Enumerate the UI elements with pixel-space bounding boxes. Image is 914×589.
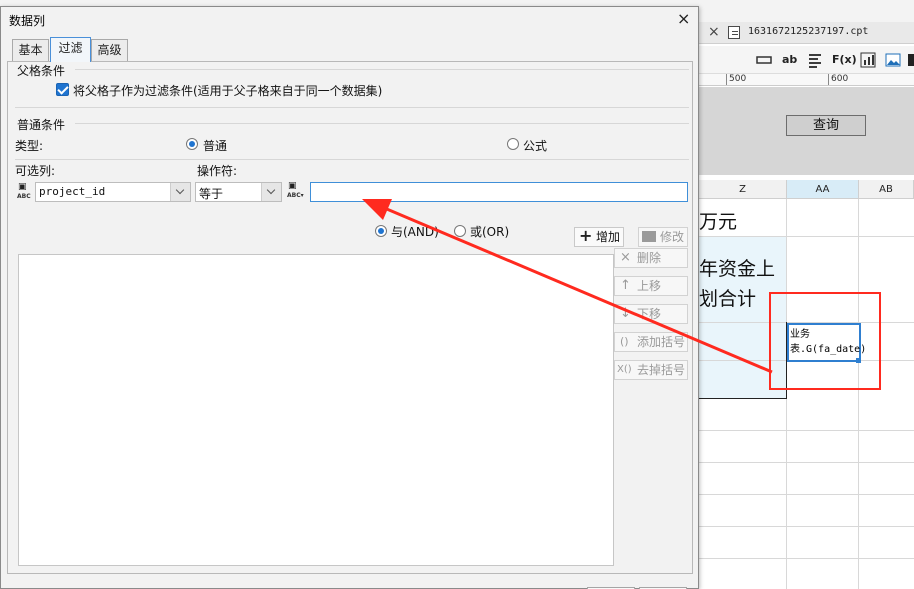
move-up-button-label: 上移 <box>637 279 662 293</box>
ruler-tick <box>726 74 727 85</box>
logic-and-radio[interactable] <box>375 225 387 237</box>
close-tab-icon[interactable]: × <box>708 24 720 40</box>
section-divider <box>75 69 689 70</box>
logic-or-label[interactable]: 或(OR) <box>470 223 509 240</box>
cell-border <box>699 398 787 399</box>
delete-button-label: 删除 <box>637 251 662 265</box>
remove-parenthesis-button[interactable]: X() 去掉括号 <box>614 360 688 380</box>
column-label: 可选列: <box>15 164 56 178</box>
annotation-box <box>769 292 881 390</box>
chevron-down-icon[interactable] <box>170 183 190 201</box>
section-divider <box>15 107 689 108</box>
parenthesis-icon: () <box>620 335 629 348</box>
cell-unit-text[interactable]: 万元 <box>699 207 737 234</box>
condition-list[interactable] <box>18 254 614 566</box>
column-select-value: project_id <box>39 185 106 198</box>
cell-merged-text-line2[interactable]: 划合计 <box>699 284 756 311</box>
operator-label: 操作符: <box>197 164 238 178</box>
column-header-aa[interactable]: AA <box>787 180 859 199</box>
condition-value-input[interactable] <box>310 182 688 202</box>
tab-advanced[interactable]: 高级 <box>91 39 128 61</box>
add-parenthesis-button-label: 添加括号 <box>637 335 686 349</box>
toolbar-overflow[interactable] <box>908 52 914 68</box>
gridline <box>699 494 914 495</box>
delete-icon: × <box>620 250 631 265</box>
data-column-dialog: 数据列 × 基本 过滤 高级 父格条件 将父格子作为过滤条件(适用于父子格来自于… <box>0 6 699 589</box>
add-parenthesis-button[interactable]: () 添加括号 <box>614 332 688 352</box>
image-icon[interactable] <box>885 52 901 68</box>
modify-button-label: 修改 <box>660 230 685 244</box>
ruler-mark-600: 600 <box>831 74 849 84</box>
gridline <box>858 199 859 589</box>
type-formula-label[interactable]: 公式 <box>523 137 547 154</box>
column-header-ab[interactable]: AB <box>859 180 914 199</box>
move-down-button-label: 下移 <box>637 307 662 321</box>
gridline <box>699 430 914 431</box>
delete-button[interactable]: × 删除 <box>614 248 688 268</box>
align-icon[interactable] <box>807 52 823 68</box>
tab-basic[interactable]: 基本 <box>12 39 49 61</box>
move-up-button[interactable]: ↑ 上移 <box>614 276 688 296</box>
gridline <box>699 236 914 237</box>
column-select[interactable]: project_id <box>35 182 191 202</box>
close-icon[interactable]: × <box>677 9 690 28</box>
plus-icon: + <box>579 226 593 245</box>
gridline <box>699 462 914 463</box>
logic-or-radio[interactable] <box>454 225 466 237</box>
tab-filter[interactable]: 过滤 <box>50 37 91 62</box>
type-formula-radio[interactable] <box>507 138 519 150</box>
modify-button[interactable]: 修改 <box>638 227 688 247</box>
arrow-down-icon: ↓ <box>620 306 631 321</box>
dialog-title: 数据列 <box>9 14 46 28</box>
cell-icon[interactable] <box>756 52 772 68</box>
add-button-label: 增加 <box>596 230 621 244</box>
query-button[interactable]: 查询 <box>786 115 866 136</box>
common-condition-title: 普通条件 <box>17 118 66 132</box>
operator-select-value: 等于 <box>199 187 224 201</box>
chart-icon[interactable] <box>860 52 876 68</box>
modify-icon <box>642 231 656 242</box>
add-button[interactable]: + 增加 <box>574 227 624 247</box>
remove-parenthesis-button-label: 去掉括号 <box>637 363 686 377</box>
gridline <box>699 526 914 527</box>
parent-filter-checkbox-label[interactable]: 将父格子作为过滤条件(适用于父子格来自于同一个数据集) <box>73 82 382 99</box>
type-label: 类型: <box>15 139 44 153</box>
arrow-up-icon: ↑ <box>620 278 631 293</box>
ruler-tick <box>828 74 829 85</box>
type-normal-label[interactable]: 普通 <box>203 137 227 154</box>
cell-merged-text-line1[interactable]: 年资金上 <box>699 254 775 281</box>
operator-select[interactable]: 等于 <box>195 182 282 202</box>
logic-and-label[interactable]: 与(AND) <box>391 223 439 240</box>
file-tab-name[interactable]: 1631672125237197.cpt <box>748 26 868 37</box>
formula-icon[interactable]: F(x) <box>832 52 857 68</box>
parent-condition-title: 父格条件 <box>17 64 66 78</box>
chevron-down-icon[interactable] <box>261 183 281 201</box>
file-icon <box>728 26 740 39</box>
remove-parenthesis-icon: X() <box>617 364 632 375</box>
section-divider <box>75 123 689 124</box>
type-normal-radio[interactable] <box>186 138 198 150</box>
text-icon[interactable]: ab <box>782 52 797 68</box>
section-divider <box>15 159 689 160</box>
column-header-z[interactable]: Z <box>699 180 787 199</box>
value-type-icon[interactable]: ▣ ABC▾ <box>287 182 305 200</box>
ruler-mark-500: 500 <box>729 74 747 84</box>
column-type-icon: ▣ ABC <box>17 182 31 201</box>
parent-filter-checkbox[interactable] <box>56 83 69 96</box>
gridline <box>699 558 914 559</box>
move-down-button[interactable]: ↓ 下移 <box>614 304 688 324</box>
